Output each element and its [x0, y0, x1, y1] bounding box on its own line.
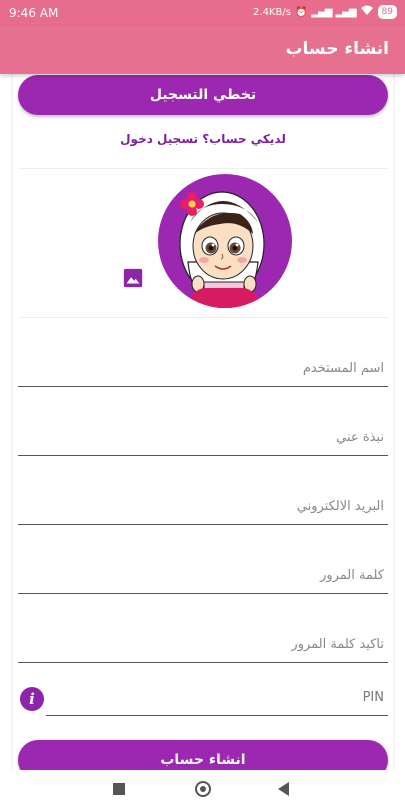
signal-icon: ▂▄▆ [311, 6, 332, 18]
signal-icon-2: ▂▄▆ [335, 6, 356, 18]
home-button[interactable] [195, 781, 211, 797]
username-field[interactable] [18, 351, 388, 387]
bio-input[interactable] [18, 420, 388, 455]
create-account-button[interactable]: انشاء حساب [18, 740, 388, 770]
status-icons: 2.4KB/s ⏰ ▂▄▆ ▂▄▆ 89 [253, 5, 397, 19]
profile-avatar[interactable] [158, 174, 292, 308]
status-bar: 9:46 AM 2.4KB/s ⏰ ▂▄▆ ▂▄▆ 89 [0, 0, 405, 26]
page-title: انشاء حساب [285, 39, 389, 59]
network-speed: 2.4KB/s [253, 6, 291, 18]
password-input[interactable] [18, 558, 388, 593]
email-input[interactable] [18, 489, 388, 524]
skip-registration-button[interactable]: تخطي التسجيل [18, 75, 388, 115]
confirm-password-field[interactable] [18, 627, 388, 663]
info-icon[interactable]: i [20, 687, 44, 711]
confirm-password-input[interactable] [18, 627, 388, 662]
wifi-icon [360, 5, 374, 19]
status-time: 9:46 AM [9, 6, 59, 20]
bio-field[interactable] [18, 420, 388, 456]
username-input[interactable] [18, 351, 388, 386]
pin-input[interactable] [46, 680, 388, 715]
girl-in-hijab-avatar [179, 191, 265, 308]
app-bar: انشاء حساب [0, 26, 405, 74]
login-link[interactable]: لديكي حساب؟ تسجيل دخول [13, 132, 393, 146]
back-button[interactable] [278, 782, 289, 796]
system-nav-bar [0, 770, 405, 810]
alarm-icon: ⏰ [294, 6, 308, 18]
divider [18, 168, 388, 169]
image-icon[interactable] [122, 267, 144, 289]
signup-card: تخطي التسجيل لديكي حساب؟ تسجيل دخول اسم … [13, 60, 393, 770]
battery-icon: 89 [377, 5, 397, 19]
divider [18, 317, 388, 318]
pin-field[interactable] [46, 680, 388, 716]
email-field[interactable] [18, 489, 388, 525]
recents-button[interactable] [113, 783, 125, 795]
password-field[interactable] [18, 558, 388, 594]
